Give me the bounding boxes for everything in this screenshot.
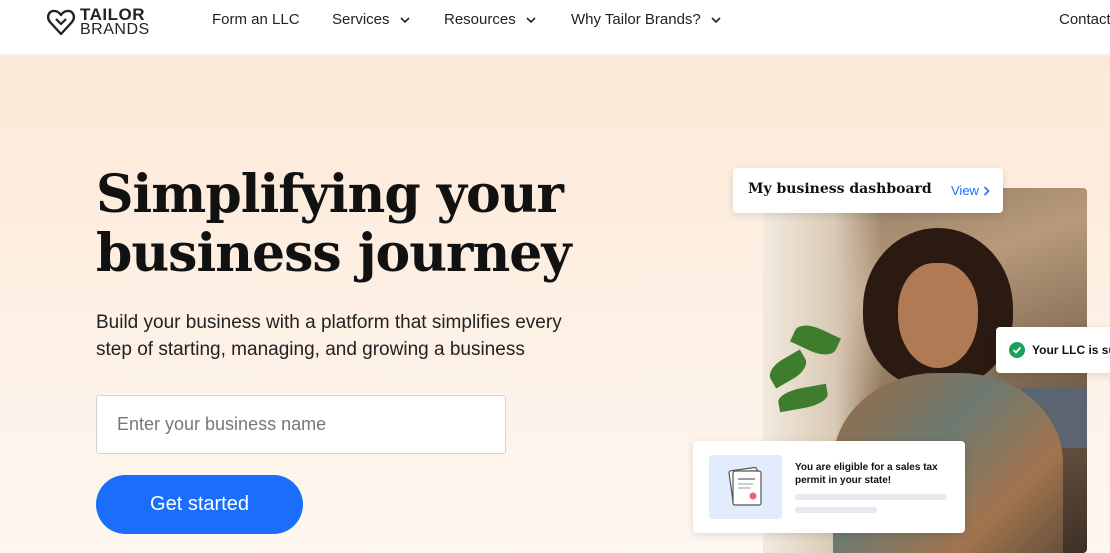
logo-wordmark-bottom: BRANDS [80,21,150,38]
person-face [898,263,978,368]
tax-permit-card: You are eligible for a sales tax permit … [693,441,965,533]
hero-subtext: Build your business with a platform that… [96,309,616,363]
headline-line-1: Simplifying your [96,164,564,225]
chevron-down-icon [711,16,721,23]
llc-status-text: Your LLC is sub [1032,343,1110,357]
chevron-down-icon [399,16,410,23]
nav-why-tailor-brands[interactable]: Why Tailor Brands? [571,11,721,28]
dashboard-card-title: My business dashboard [748,181,932,197]
hero-headline: Simplifying your business journey [96,165,656,283]
nav-contact[interactable]: Contact [1059,11,1110,28]
tax-thumbnail [709,455,782,519]
nav-label: Form an LLC [212,11,300,28]
logo-wordmark-top: TAILOR [80,5,146,24]
headline-line-2: business journey [96,223,572,284]
heart-tag-logo-icon [47,9,75,36]
placeholder-bar [795,507,877,513]
subtext-line-1: Build your business with a platform that… [96,312,562,333]
check-circle-icon [1009,342,1025,358]
get-started-button[interactable]: Get started [96,475,303,534]
subtext-line-2: step of starting, managing, and growing … [96,339,525,360]
business-name-input[interactable] [96,395,506,454]
dashboard-card: My business dashboard View [733,168,1003,213]
dashboard-view-link[interactable]: View [951,183,990,198]
nav-resources[interactable]: Resources [444,11,536,28]
chevron-down-icon [526,16,536,23]
view-link-label: View [951,183,979,198]
nav-label: Contact [1059,11,1110,28]
nav-label: Why Tailor Brands? [571,11,701,28]
certificate-document-icon [728,466,762,506]
llc-status-card: Your LLC is sub [996,327,1110,373]
nav-label: Services [332,11,390,28]
tax-permit-text: You are eligible for a sales tax permit … [795,462,938,486]
nav-services[interactable]: Services [332,11,410,28]
nav-form-llc[interactable]: Form an LLC [212,11,300,28]
logo[interactable]: TAILOR BRANDS [46,6,150,38]
nav-label: Resources [444,11,516,28]
placeholder-bar [795,494,947,500]
chevron-right-icon [983,185,990,196]
site-header: TAILOR BRANDS Form an LLC Services Resou… [0,0,1110,55]
